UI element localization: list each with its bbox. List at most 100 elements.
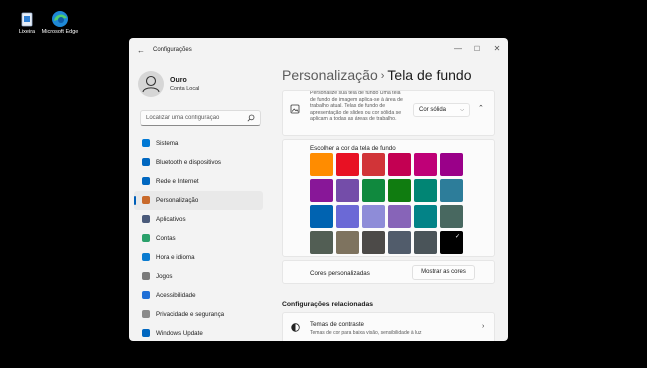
maximize-button[interactable]: ☐ bbox=[470, 45, 484, 53]
desktop-icon-edge[interactable]: Microsoft Edge bbox=[40, 10, 80, 35]
sidebar-item[interactable]: Sistema bbox=[134, 134, 263, 153]
network-icon bbox=[142, 177, 150, 185]
brush-icon bbox=[142, 196, 150, 204]
user-icon bbox=[142, 75, 160, 93]
sidebar-item[interactable]: Aplicativos bbox=[134, 210, 263, 229]
sidebar-item[interactable]: Privacidade e segurança bbox=[134, 305, 263, 324]
color-swatch[interactable] bbox=[336, 153, 359, 176]
breadcrumb-separator: › bbox=[380, 70, 385, 82]
color-swatch[interactable] bbox=[414, 205, 437, 228]
contrast-icon bbox=[291, 323, 300, 332]
close-button[interactable]: ✕ bbox=[490, 44, 504, 53]
dropdown-value: Cor sólida bbox=[419, 107, 447, 113]
page-title: Tela de fundo bbox=[387, 67, 472, 83]
show-colors-button[interactable]: Mostrar as cores bbox=[412, 265, 475, 280]
search-icon[interactable] bbox=[247, 114, 255, 122]
related-settings-title: Configurações relacionadas bbox=[282, 301, 374, 308]
sidebar-item-label: Aplicativos bbox=[156, 216, 186, 223]
color-swatch[interactable] bbox=[440, 205, 463, 228]
background-type-card: Personalize sua tela de fundo Uma tela d… bbox=[282, 90, 495, 136]
color-swatch[interactable] bbox=[440, 153, 463, 176]
color-swatch[interactable] bbox=[362, 179, 385, 202]
color-swatch[interactable] bbox=[336, 205, 359, 228]
contrast-themes-item[interactable]: Temas de contraste Temas de cor para bai… bbox=[282, 312, 495, 341]
chevron-right-icon: › bbox=[482, 323, 485, 330]
settings-window: ← Configurações — ☐ ✕ Ouro Conta Local S… bbox=[129, 38, 508, 341]
edge-icon bbox=[51, 10, 69, 28]
breadcrumb: Personalização › Tela de fundo bbox=[282, 67, 471, 83]
sidebar-item-label: Privacidade e segurança bbox=[156, 311, 225, 318]
selection-indicator bbox=[134, 196, 136, 205]
title-bar: ← Configurações — ☐ ✕ bbox=[129, 38, 508, 64]
color-swatch[interactable] bbox=[310, 205, 333, 228]
color-swatch[interactable] bbox=[388, 231, 411, 254]
shield-icon bbox=[142, 310, 150, 318]
accessibility-icon bbox=[142, 291, 150, 299]
color-swatch[interactable] bbox=[414, 231, 437, 254]
color-swatch[interactable] bbox=[388, 179, 411, 202]
window-title: Configurações bbox=[153, 47, 192, 53]
custom-colors-card: Cores personalizadas Mostrar as cores bbox=[282, 260, 495, 284]
chevron-up-icon[interactable]: ⌃ bbox=[478, 104, 484, 112]
sidebar-item[interactable]: Acessibilidade bbox=[134, 286, 263, 305]
color-swatch[interactable] bbox=[310, 179, 333, 202]
minimize-button[interactable]: — bbox=[451, 44, 465, 53]
sidebar-item[interactable]: Contas bbox=[134, 229, 263, 248]
background-colors-card: Escolher a cor da tela de fundo ✓ bbox=[282, 139, 495, 257]
color-swatch[interactable] bbox=[310, 231, 333, 254]
sidebar-item[interactable]: Rede e Internet bbox=[134, 172, 263, 191]
sidebar-item[interactable]: Personalização bbox=[134, 191, 263, 210]
user-name: Ouro bbox=[170, 77, 187, 84]
color-swatch[interactable] bbox=[414, 153, 437, 176]
color-swatch[interactable] bbox=[388, 205, 411, 228]
color-swatch[interactable] bbox=[336, 231, 359, 254]
image-icon bbox=[290, 104, 300, 114]
chevron-down-icon: ⌵ bbox=[460, 107, 464, 113]
account-type: Conta Local bbox=[170, 86, 200, 92]
sidebar-item[interactable]: Windows Update bbox=[134, 324, 263, 341]
sidebar-item-label: Windows Update bbox=[156, 330, 203, 337]
color-swatch[interactable] bbox=[414, 179, 437, 202]
gaming-icon bbox=[142, 272, 150, 280]
background-description: Personalize sua tela de fundo Uma tela d… bbox=[310, 90, 403, 123]
time-language-icon bbox=[142, 253, 150, 261]
sidebar-item-label: Acessibilidade bbox=[156, 292, 196, 299]
sidebar-item-label: Contas bbox=[156, 235, 176, 242]
color-swatch[interactable] bbox=[310, 153, 333, 176]
choose-color-label: Escolher a cor da tela de fundo bbox=[310, 145, 396, 152]
color-swatch[interactable] bbox=[362, 231, 385, 254]
avatar[interactable] bbox=[138, 71, 164, 97]
sidebar-item[interactable]: Jogos bbox=[134, 267, 263, 286]
background-type-dropdown[interactable]: Cor sólida ⌵ bbox=[413, 103, 470, 117]
sidebar-item-label: Sistema bbox=[156, 140, 179, 147]
sidebar-item-label: Jogos bbox=[156, 273, 173, 280]
custom-colors-label: Cores personalizadas bbox=[310, 270, 370, 277]
recycle-bin-icon bbox=[18, 10, 36, 28]
desktop-icon-label: Microsoft Edge bbox=[41, 29, 79, 35]
sidebar-item[interactable]: Bluetooth e dispositivos bbox=[134, 153, 263, 172]
checkmark-icon: ✓ bbox=[454, 234, 460, 240]
sidebar-item-label: Personalização bbox=[156, 197, 199, 204]
color-swatch[interactable] bbox=[336, 179, 359, 202]
contrast-themes-title: Temas de contraste bbox=[310, 321, 364, 328]
contrast-themes-subtitle: Temas de cor para baixa visão, sensibili… bbox=[310, 330, 422, 336]
search-box[interactable] bbox=[140, 110, 261, 126]
sidebar-item-label: Rede e Internet bbox=[156, 178, 199, 185]
bluetooth-icon bbox=[142, 158, 150, 166]
breadcrumb-parent[interactable]: Personalização bbox=[282, 67, 378, 83]
sidebar-item[interactable]: Hora e idioma bbox=[134, 248, 263, 267]
color-swatch[interactable] bbox=[362, 153, 385, 176]
apps-icon bbox=[142, 215, 150, 223]
color-swatch[interactable] bbox=[440, 179, 463, 202]
back-arrow-icon[interactable]: ← bbox=[137, 46, 145, 55]
update-icon bbox=[142, 329, 150, 337]
accounts-icon bbox=[142, 234, 150, 242]
color-swatch[interactable]: ✓ bbox=[440, 231, 463, 254]
color-swatch[interactable] bbox=[362, 205, 385, 228]
sidebar-nav: Sistema Bluetooth e dispositivos Rede e In… bbox=[134, 134, 263, 341]
color-swatch[interactable] bbox=[388, 153, 411, 176]
sidebar-item-label: Hora e idioma bbox=[156, 254, 195, 261]
system-icon bbox=[142, 139, 150, 147]
sidebar-item-label: Bluetooth e dispositivos bbox=[156, 159, 222, 166]
search-input[interactable] bbox=[146, 113, 246, 123]
